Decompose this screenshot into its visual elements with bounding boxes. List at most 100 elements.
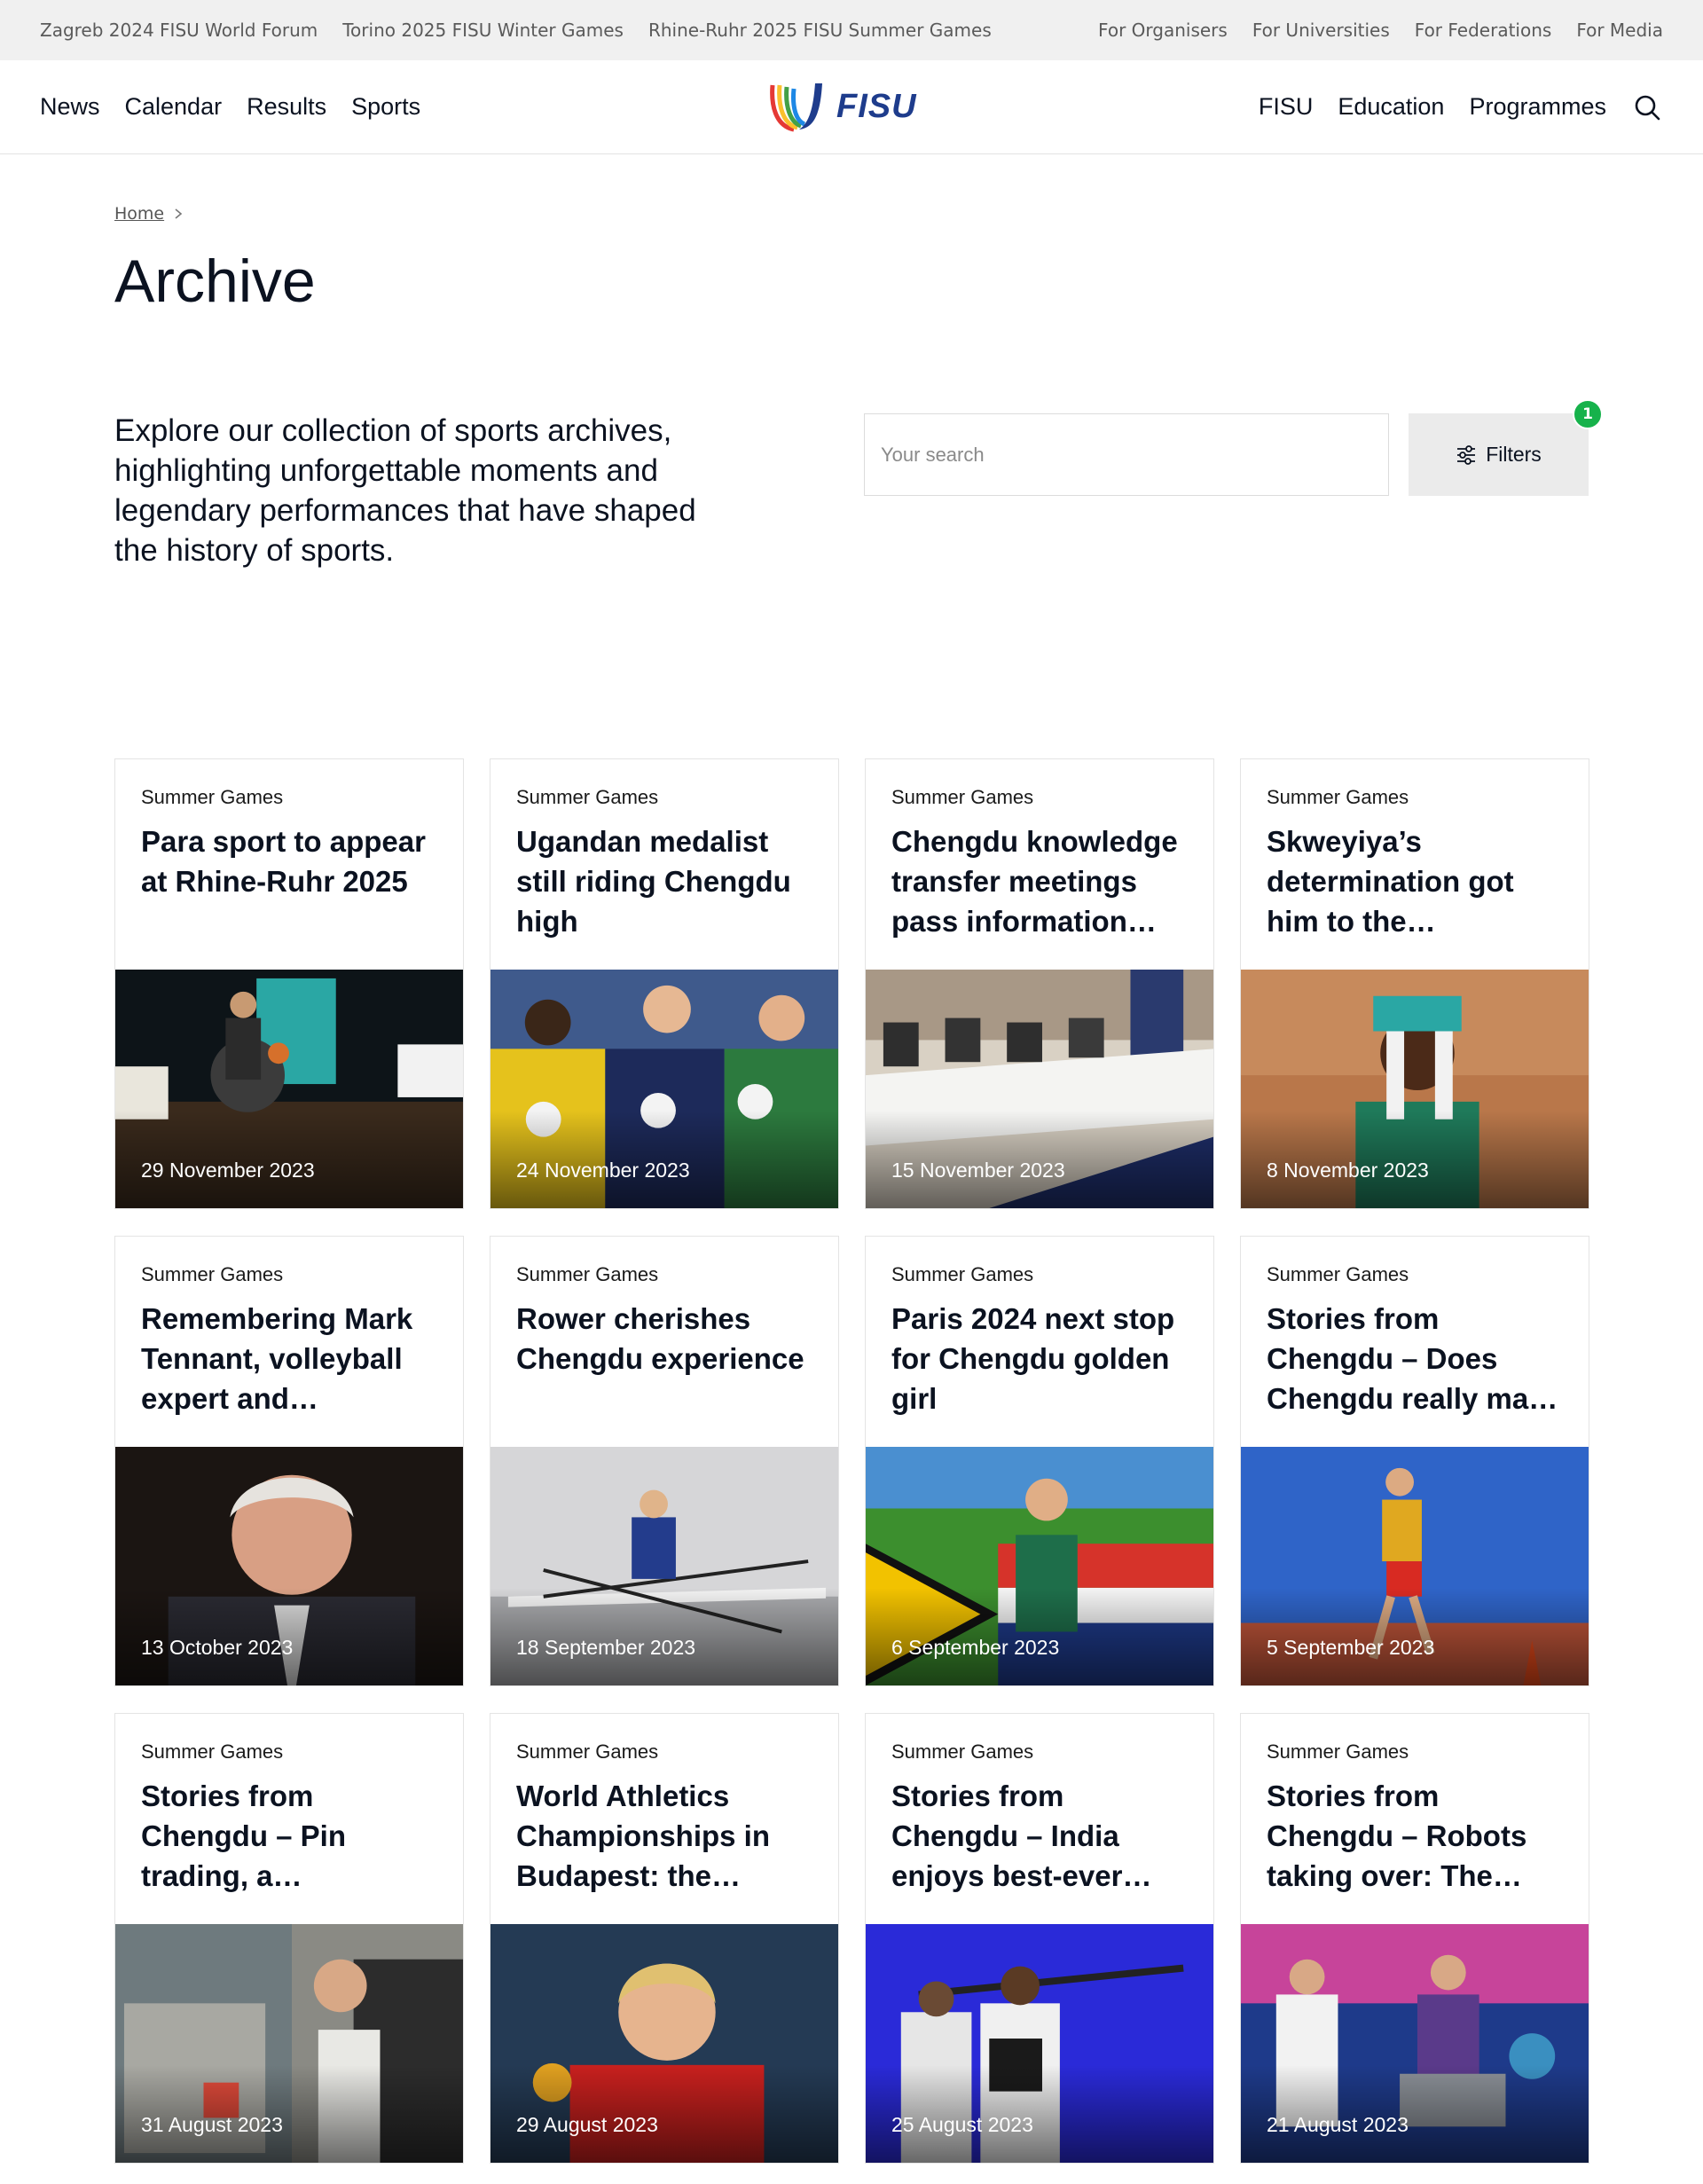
nav-news[interactable]: News (40, 93, 100, 121)
card-category: Summer Games (891, 786, 1034, 808)
card-body: Summer Games Stories from Chengdu – Pin … (115, 1714, 463, 1924)
card-category: Summer Games (891, 1740, 1034, 1763)
card-title: Stories from Chengdu – Pin trading, a co… (141, 1779, 346, 1892)
nav-results[interactable]: Results (247, 93, 326, 121)
card-body: Summer Games Chengdu knowledge transfer … (866, 759, 1213, 970)
card-image: 29 November 2023 (115, 970, 463, 1208)
topbar-link-rhine-ruhr[interactable]: Rhine-Ruhr 2025 FISU Summer Games (648, 20, 992, 41)
card-image: 18 September 2023 (490, 1447, 838, 1685)
card-category: Summer Games (1267, 1740, 1409, 1763)
card-title: Para sport to appear at Rhine-Ruhr 2025 (141, 825, 426, 898)
article-card[interactable]: Summer Games Stories from Chengdu – Does… (1240, 1236, 1589, 1686)
fisu-logo[interactable]: FISU (767, 80, 917, 133)
card-body: Summer Games Remembering Mark Tennant, v… (115, 1237, 463, 1447)
card-title: Ugandan medalist still riding Chengdu hi… (516, 825, 791, 938)
card-date: 13 October 2023 (141, 1636, 294, 1659)
article-card[interactable]: Summer Games Chengdu knowledge transfer … (865, 758, 1214, 1209)
page-title: Archive (114, 247, 316, 315)
top-utility-bar: Zagreb 2024 FISU World Forum Torino 2025… (0, 0, 1703, 60)
card-category: Summer Games (1267, 1263, 1409, 1285)
article-card[interactable]: Summer Games Para sport to appear at Rhi… (114, 758, 464, 1209)
card-image: 24 November 2023 (490, 970, 838, 1208)
chevron-right-icon (175, 208, 183, 219)
card-title: World Athletics Championships in Budapes… (516, 1779, 771, 1892)
card-date: 8 November 2023 (1267, 1159, 1429, 1182)
nav-fisu[interactable]: FISU (1259, 93, 1314, 121)
card-body: Summer Games Skweyiya’s determination go… (1241, 759, 1589, 970)
card-date: 24 November 2023 (516, 1159, 690, 1182)
card-body: Summer Games Stories from Chengdu – Indi… (866, 1714, 1213, 1924)
card-title: Stories from Chengdu – India enjoys best… (891, 1779, 1123, 1892)
article-card[interactable]: Summer Games Stories from Chengdu – Robo… (1240, 1713, 1589, 2164)
card-body: Summer Games Paris 2024 next stop for Ch… (866, 1237, 1213, 1447)
article-card[interactable]: Summer Games Rower cherishes Chengdu exp… (490, 1236, 839, 1686)
article-card[interactable]: Summer Games Remembering Mark Tennant, v… (114, 1236, 464, 1686)
filters-count-badge: 1 (1573, 399, 1603, 429)
article-card[interactable]: Summer Games Paris 2024 next stop for Ch… (865, 1236, 1214, 1686)
card-image: 15 November 2023 (866, 970, 1213, 1208)
card-image: 29 August 2023 (490, 1924, 838, 2163)
topbar-link-zagreb[interactable]: Zagreb 2024 FISU World Forum (40, 20, 318, 41)
topbar-link-torino[interactable]: Torino 2025 FISU Winter Games (342, 20, 624, 41)
card-date: 25 August 2023 (891, 2113, 1033, 2136)
card-body: Summer Games Stories from Chengdu – Robo… (1241, 1714, 1589, 1924)
card-body: Summer Games World Athletics Championshi… (490, 1714, 838, 1924)
article-card[interactable]: Summer Games World Athletics Championshi… (490, 1713, 839, 2164)
search-input[interactable] (864, 413, 1389, 496)
card-category: Summer Games (516, 786, 659, 808)
filters-button[interactable]: Filters (1409, 413, 1589, 496)
archive-grid: Summer Games Para sport to appear at Rhi… (114, 758, 1589, 2164)
nav-calendar[interactable]: Calendar (125, 93, 223, 121)
card-title: Rower cherishes Chengdu experience (516, 1302, 804, 1375)
breadcrumb-home[interactable]: Home (114, 204, 164, 224)
intro-text: Explore our collection of sports archive… (114, 413, 696, 568)
card-category: Summer Games (516, 1740, 659, 1763)
card-image: 6 September 2023 (866, 1447, 1213, 1685)
topbar-link-federations[interactable]: For Federations (1415, 20, 1552, 41)
search-icon[interactable] (1631, 91, 1663, 123)
topbar-link-organisers[interactable]: For Organisers (1098, 20, 1228, 41)
article-card[interactable]: Summer Games Skweyiya’s determination go… (1240, 758, 1589, 1209)
card-category: Summer Games (141, 1740, 284, 1763)
card-date: 5 September 2023 (1267, 1636, 1435, 1659)
card-title: Stories from Chengdu – Does Chengdu real… (1267, 1302, 1561, 1415)
topbar-link-media[interactable]: For Media (1576, 20, 1663, 41)
nav-left: News Calendar Results Sports (40, 93, 420, 121)
card-title: Stories from Chengdu – Robots taking ove… (1267, 1779, 1527, 1892)
card-category: Summer Games (1267, 786, 1409, 808)
fisu-logo-text: FISU (836, 87, 917, 125)
sliders-icon (1457, 444, 1476, 465)
nav-education[interactable]: Education (1338, 93, 1444, 121)
article-card[interactable]: Summer Games Ugandan medalist still ridi… (490, 758, 839, 1209)
card-image: 21 August 2023 (1241, 1924, 1589, 2163)
card-image: 31 August 2023 (115, 1924, 463, 2163)
card-body: Summer Games Stories from Chengdu – Does… (1241, 1237, 1589, 1447)
card-image: 5 September 2023 (1241, 1447, 1589, 1685)
card-category: Summer Games (141, 786, 284, 808)
card-date: 15 November 2023 (891, 1159, 1065, 1182)
card-date: 29 August 2023 (516, 2113, 658, 2136)
nav-programmes[interactable]: Programmes (1469, 93, 1606, 121)
filters-label: Filters (1486, 443, 1542, 466)
card-category: Summer Games (516, 1263, 659, 1285)
card-date: 21 August 2023 (1267, 2113, 1409, 2136)
card-title: Chengdu knowledge transfer meetings pass… (891, 825, 1178, 938)
article-card[interactable]: Summer Games Stories from Chengdu – Pin … (114, 1713, 464, 2164)
card-category: Summer Games (141, 1263, 284, 1285)
nav-sports[interactable]: Sports (351, 93, 420, 121)
card-body: Summer Games Rower cherishes Chengdu exp… (490, 1237, 838, 1447)
main-navigation: News Calendar Results Sports FISU FISU E… (0, 60, 1703, 154)
article-card[interactable]: Summer Games Stories from Chengdu – Indi… (865, 1713, 1214, 2164)
topbar-link-universities[interactable]: For Universities (1252, 20, 1390, 41)
events-links: Zagreb 2024 FISU World Forum Torino 2025… (40, 20, 992, 41)
card-image: 25 August 2023 (866, 1924, 1213, 2163)
fisu-logo-mark-icon (770, 83, 822, 132)
card-date: 29 November 2023 (141, 1159, 315, 1182)
card-body: Summer Games Ugandan medalist still ridi… (490, 759, 838, 970)
card-body: Summer Games Para sport to appear at Rhi… (115, 759, 463, 970)
breadcrumb: Home (114, 204, 184, 224)
card-image: 13 October 2023 (115, 1447, 463, 1685)
card-date: 18 September 2023 (516, 1636, 696, 1659)
card-image: 8 November 2023 (1241, 970, 1589, 1208)
card-title: Remembering Mark Tennant, volleyball exp… (141, 1302, 413, 1415)
